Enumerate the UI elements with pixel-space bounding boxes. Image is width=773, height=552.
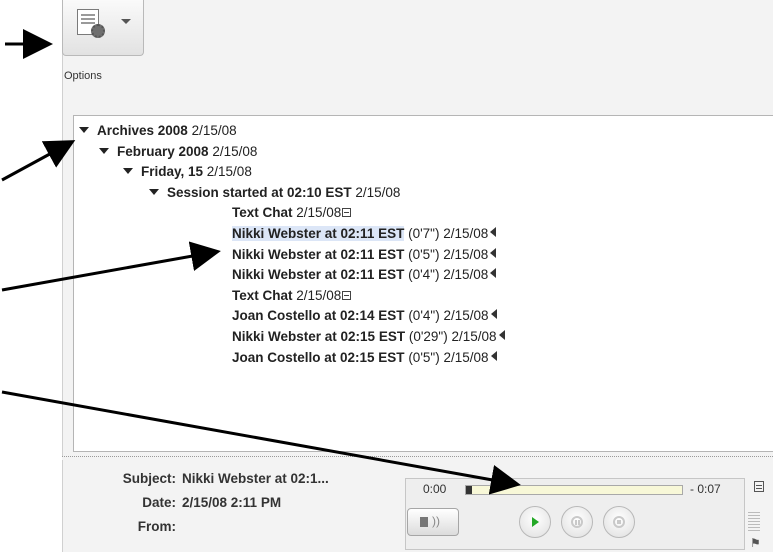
arrow-to-play [1, 390, 521, 495]
annotation-arrows [1, 29, 521, 495]
arrow-to-recording [1, 241, 221, 292]
arrow-to-archives [1, 140, 76, 182]
